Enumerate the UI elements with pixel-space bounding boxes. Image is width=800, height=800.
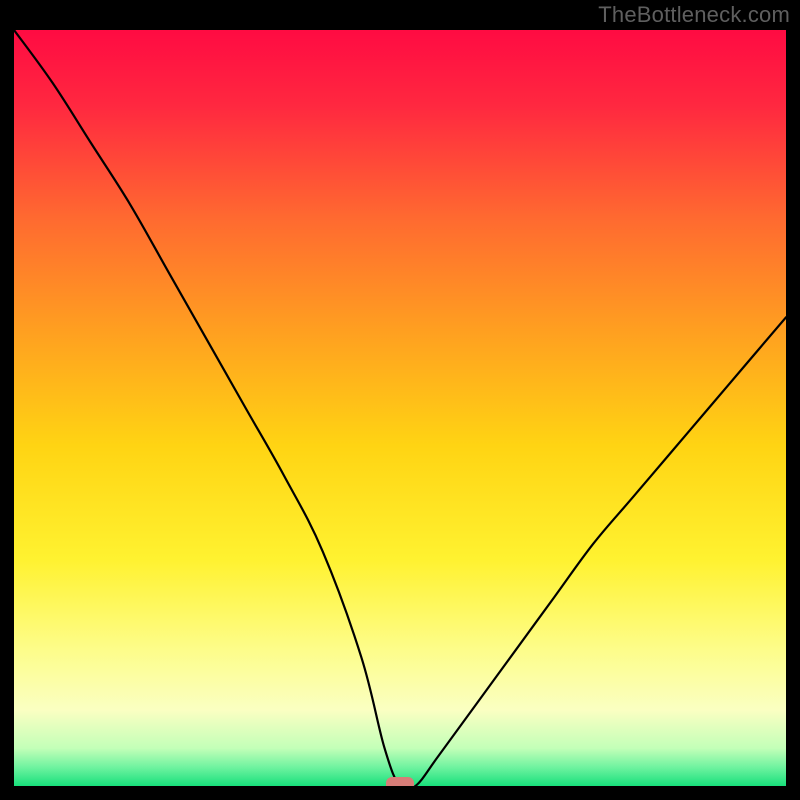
plot-area — [14, 30, 786, 786]
chart-frame: TheBottleneck.com — [0, 0, 800, 800]
minimum-marker — [386, 777, 414, 786]
bottleneck-chart — [14, 30, 786, 786]
gradient-background — [14, 30, 786, 786]
watermark-text: TheBottleneck.com — [598, 2, 790, 28]
